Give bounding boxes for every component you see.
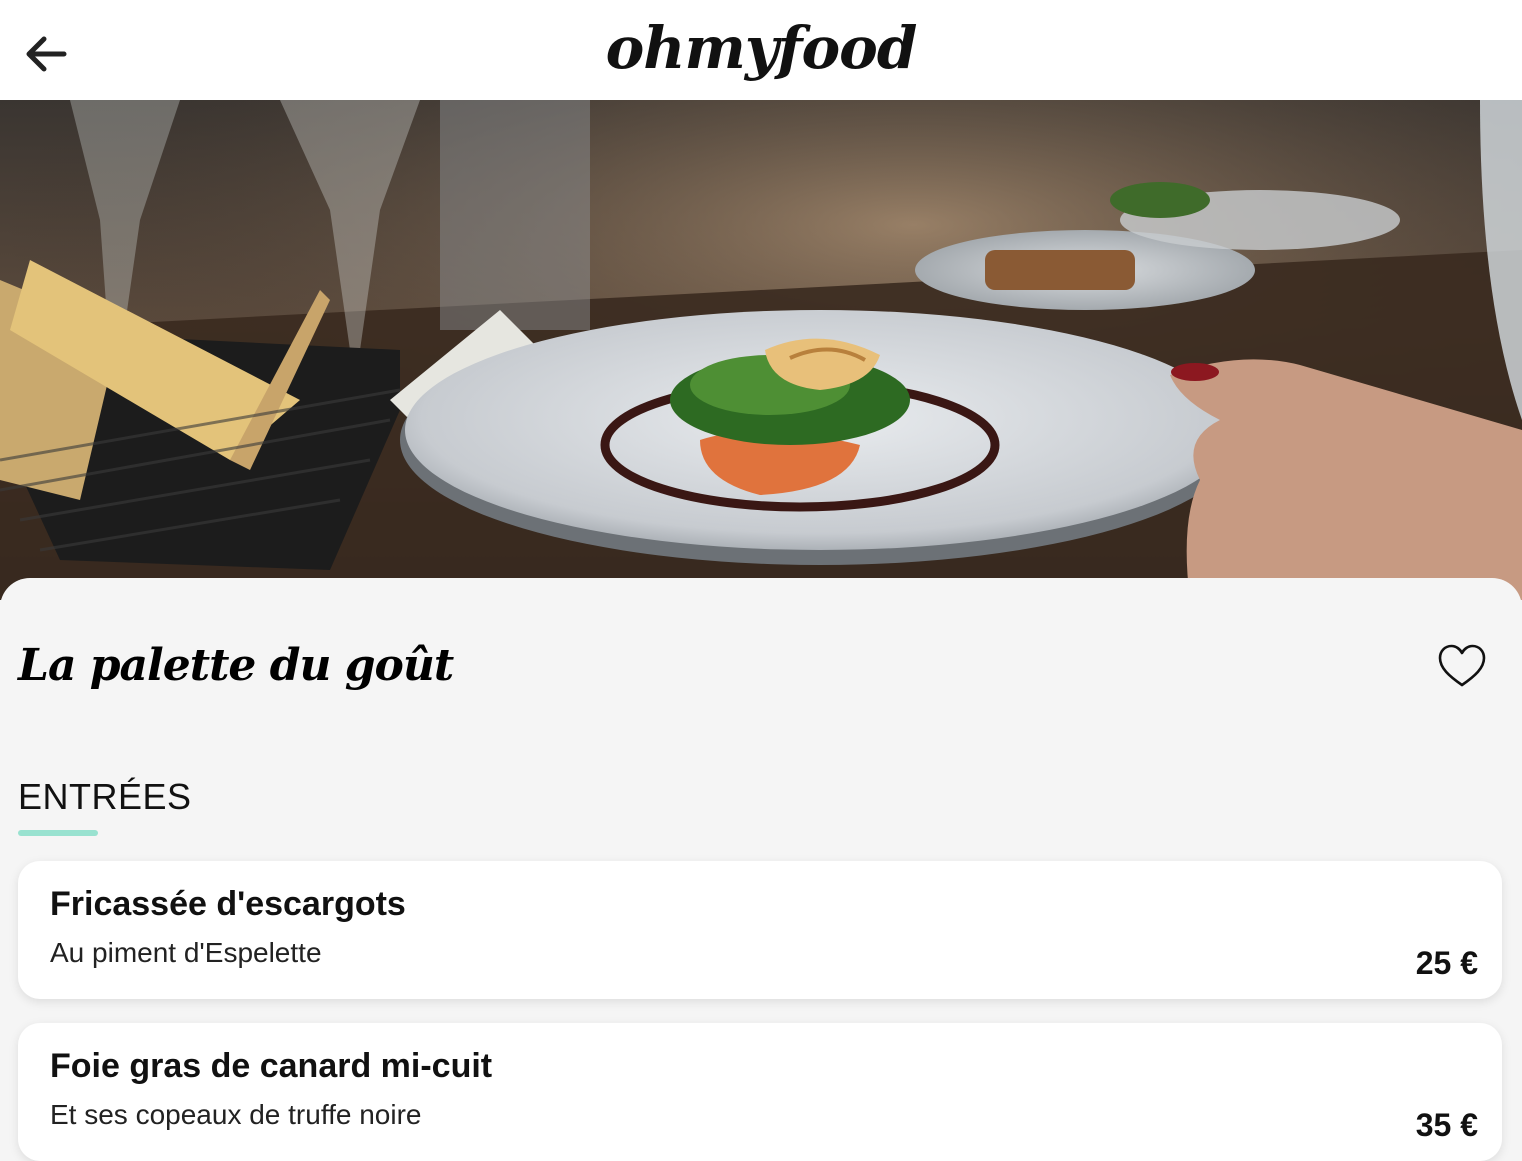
dish-name: Foie gras de canard mi-cuit	[50, 1047, 493, 1085]
dish-card[interactable]: Fricassée d'escargots Au piment d'Espele…	[18, 861, 1502, 999]
section-underline	[18, 830, 98, 836]
dish-description: Et ses copeaux de truffe noire	[50, 1099, 422, 1130]
dish-card[interactable]: Foie gras de canard mi-cuit Et ses copea…	[18, 1023, 1502, 1161]
like-button[interactable]	[1432, 640, 1492, 692]
dish-price: 25 €	[1415, 945, 1478, 981]
app-header: ohmyfood	[0, 0, 1522, 100]
heart-outline-icon	[1438, 644, 1486, 687]
app-logo[interactable]: ohmyfood	[0, 14, 1522, 82]
dish-description: Au piment d'Espelette	[50, 937, 322, 968]
dish-price: 35 €	[1415, 1107, 1478, 1143]
restaurant-content: La palette du goût ENTRÉES Fricassée d'e…	[0, 578, 1522, 1161]
section-title-entrees: ENTRÉES	[18, 776, 192, 817]
dish-name: Fricassée d'escargots	[50, 885, 406, 923]
restaurant-name: La palette du goût	[18, 640, 454, 691]
restaurant-hero-image	[0, 100, 1522, 600]
